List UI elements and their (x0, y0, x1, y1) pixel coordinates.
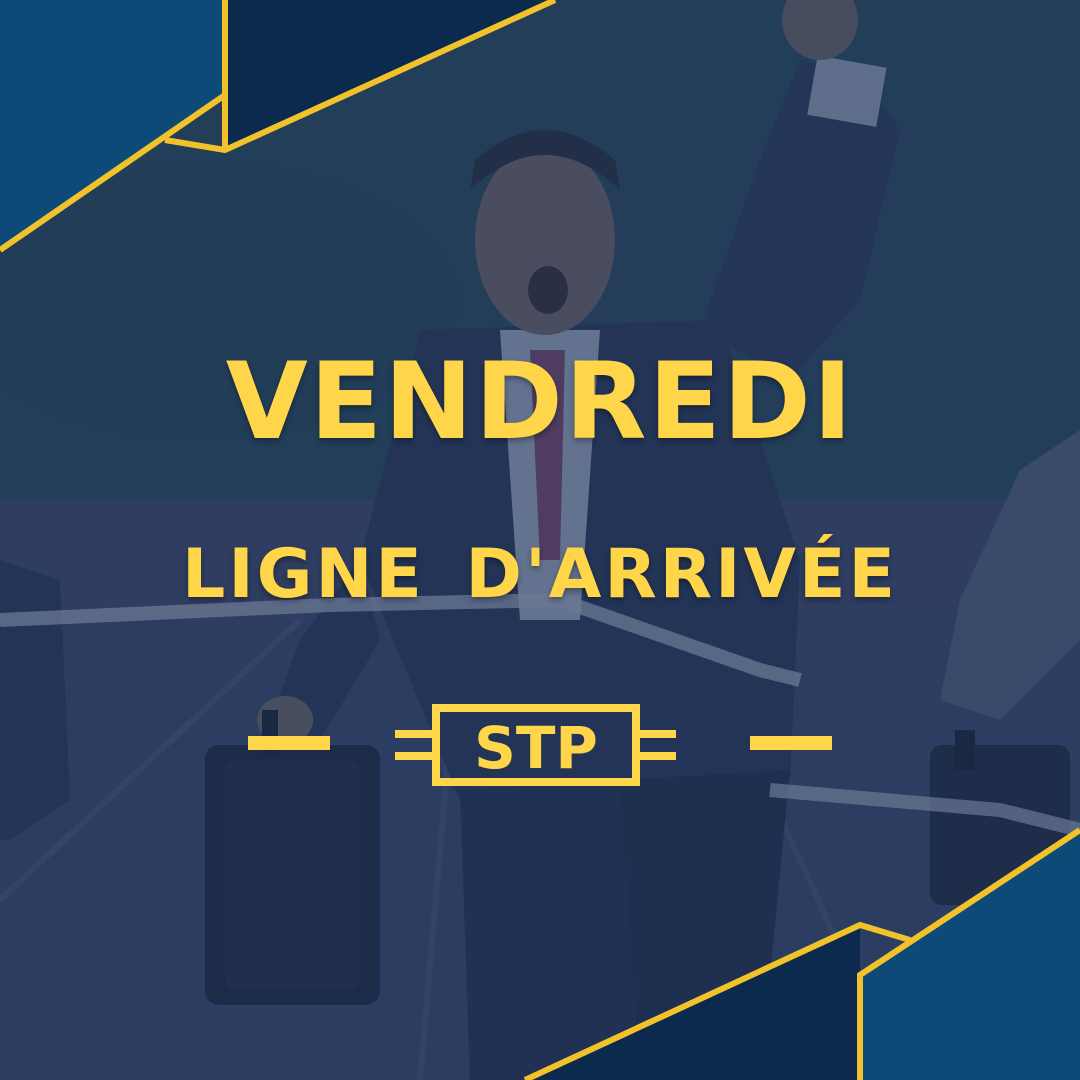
subheadline: LIGNE D'ARRIVÉE (182, 535, 898, 614)
logo-text: STP (474, 714, 598, 782)
headline: VENDREDI (225, 340, 855, 463)
logo-row: STP (0, 700, 1080, 790)
promo-card: VENDREDI LIGNE D'ARRIVÉE STP (0, 0, 1080, 1080)
stp-circuit-logo-icon: STP (395, 704, 676, 786)
divider-dash-right (750, 736, 832, 750)
divider-dash-left (248, 736, 330, 750)
